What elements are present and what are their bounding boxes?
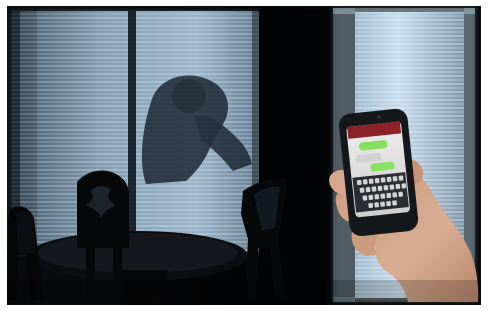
right-blind-slat [355, 55, 464, 57]
phone-key [362, 179, 368, 185]
table-reflection [38, 233, 238, 273]
phone-key [401, 183, 407, 189]
phone-key [398, 175, 404, 181]
phone-key [374, 194, 380, 200]
right-blind-slat [355, 99, 464, 101]
phone-key [380, 193, 386, 199]
phone-key [371, 186, 377, 192]
right-blind-slat [355, 39, 464, 41]
phone-key [392, 192, 398, 198]
right-blind-slat [355, 71, 464, 73]
phone-key [368, 202, 374, 209]
photo-scene [0, 0, 488, 311]
phone-key [386, 176, 392, 183]
phone-key [362, 195, 368, 201]
scene-svg [0, 0, 488, 311]
right-blind-slat [355, 95, 464, 97]
phone-key [383, 185, 389, 191]
phone-key [386, 200, 392, 207]
phone-key [368, 178, 374, 184]
phone-key [398, 191, 404, 197]
phone-key [377, 185, 383, 192]
phone-key [356, 179, 362, 186]
right-blind-slat [355, 63, 464, 65]
phone-speaker [377, 115, 381, 119]
right-blind-slat [355, 15, 464, 17]
right-blind-slat [355, 75, 464, 77]
phone-key [380, 177, 386, 183]
right-blind-slat [355, 87, 464, 89]
left-window-mullion [128, 11, 136, 252]
right-blind-slat [355, 47, 464, 49]
phone-key [380, 201, 386, 207]
right-blind-slat [355, 51, 464, 53]
phone-key [395, 183, 401, 190]
right-blind-slat [355, 83, 464, 85]
center-wall [259, 9, 327, 305]
smartphone-icon [338, 108, 419, 237]
phone-key [386, 192, 392, 199]
right-blind-slat [355, 19, 464, 21]
right-window-top-frame [333, 8, 475, 14]
right-blind-slat [355, 31, 464, 33]
right-blind-slat [355, 103, 464, 105]
vignette-bottom [7, 280, 481, 305]
phone-key [389, 184, 395, 190]
phone-key [365, 187, 371, 193]
phone-key [392, 176, 398, 182]
vignette-left [7, 6, 37, 305]
right-blind-slat [355, 27, 464, 29]
right-blind-slat [355, 43, 464, 45]
phone-key [392, 200, 397, 206]
right-blind-slat [355, 35, 464, 37]
right-blind-slat [355, 107, 464, 109]
phone-key [374, 202, 380, 208]
phone-key [374, 178, 380, 184]
right-blind-slat [355, 91, 464, 93]
right-blind-slat [355, 59, 464, 61]
right-blind-slat [355, 23, 464, 25]
right-blind-slat [355, 67, 464, 69]
phone-key [359, 187, 365, 193]
phone-key [368, 194, 374, 201]
right-blind-slat [355, 79, 464, 81]
